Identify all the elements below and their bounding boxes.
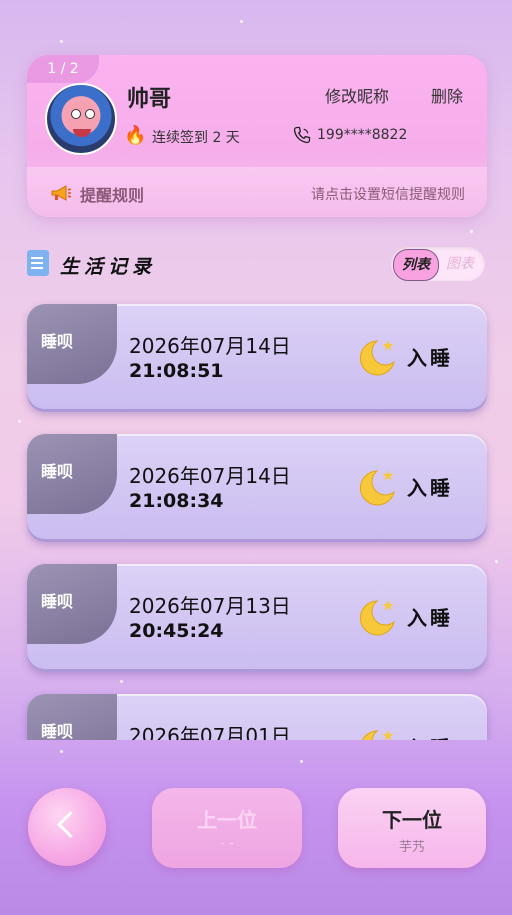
record-type: 入睡 — [407, 476, 453, 500]
toggle-chart-view[interactable]: 图表 — [439, 249, 481, 279]
toggle-list-view[interactable]: 列表 — [393, 249, 439, 281]
record-tag-label: 睡呗 — [41, 592, 74, 611]
record-tag-label: 睡呗 — [41, 462, 74, 481]
section-title: 生活记录 — [60, 256, 157, 278]
record-item[interactable]: 睡呗 2026年07月01日 入睡 — [27, 694, 487, 740]
record-list[interactable]: 睡呗 2026年07月14日 21:08:51 入睡 睡呗 2026年07月14… — [0, 300, 512, 740]
record-item[interactable]: 睡呗 2026年07月14日 21:08:34 入睡 — [27, 434, 487, 542]
phone-number: 199****8822 — [317, 127, 408, 143]
edit-nickname-button[interactable]: 修改昵称 — [325, 83, 389, 107]
record-type: 入睡 — [407, 346, 453, 370]
checkin-streak: 连续签到 2 天 — [152, 130, 240, 146]
delete-button[interactable]: 删除 — [431, 83, 463, 107]
avatar — [45, 83, 117, 155]
page-indicator: 1 / 2 — [27, 55, 99, 83]
record-date: 2026年07月14日 — [129, 464, 291, 488]
next-name: 芋艿 — [398, 840, 425, 855]
previous-name: - - — [220, 836, 234, 851]
user-name: 帅哥 — [127, 87, 172, 112]
megaphone-icon — [51, 185, 72, 201]
record-date: 2026年07月01日 — [129, 724, 291, 740]
record-time: 21:08:51 — [129, 360, 224, 382]
profile-card: 1 / 2 帅哥 🔥 连续签到 2 天 199****8822 修改昵称 删除 … — [27, 55, 487, 217]
previous-person-button[interactable]: 上一位 - - — [152, 788, 302, 868]
moon-star-icon — [361, 730, 394, 740]
phone-icon — [293, 126, 311, 144]
record-date: 2026年07月13日 — [129, 594, 291, 618]
reminder-rules-hint[interactable]: 请点击设置短信提醒规则 — [311, 184, 465, 204]
view-toggle: 列表 图表 — [391, 247, 485, 281]
document-icon — [27, 250, 49, 276]
record-item[interactable]: 睡呗 2026年07月14日 21:08:51 入睡 — [27, 304, 487, 412]
previous-label: 上一位 — [197, 808, 257, 832]
moon-star-icon — [360, 340, 395, 376]
moon-star-icon — [360, 600, 395, 636]
chevron-left-icon — [57, 811, 84, 838]
record-item[interactable]: 睡呗 2026年07月13日 20:45:24 入睡 — [27, 564, 487, 672]
record-date: 2026年07月14日 — [129, 334, 291, 358]
fire-icon: 🔥 — [124, 125, 147, 146]
next-label: 下一位 — [382, 808, 442, 832]
record-tag-label: 睡呗 — [41, 332, 74, 351]
reminder-rules-title[interactable]: 提醒规则 — [80, 182, 144, 206]
record-time: 21:08:34 — [129, 490, 224, 512]
record-type: 入睡 — [407, 732, 453, 740]
back-button[interactable] — [28, 788, 106, 866]
moon-star-icon — [360, 470, 395, 506]
next-person-button[interactable]: 下一位 芋艿 — [338, 788, 486, 868]
record-type: 入睡 — [407, 606, 453, 630]
record-time: 20:45:24 — [129, 620, 224, 642]
record-tag-label: 睡呗 — [41, 722, 74, 740]
